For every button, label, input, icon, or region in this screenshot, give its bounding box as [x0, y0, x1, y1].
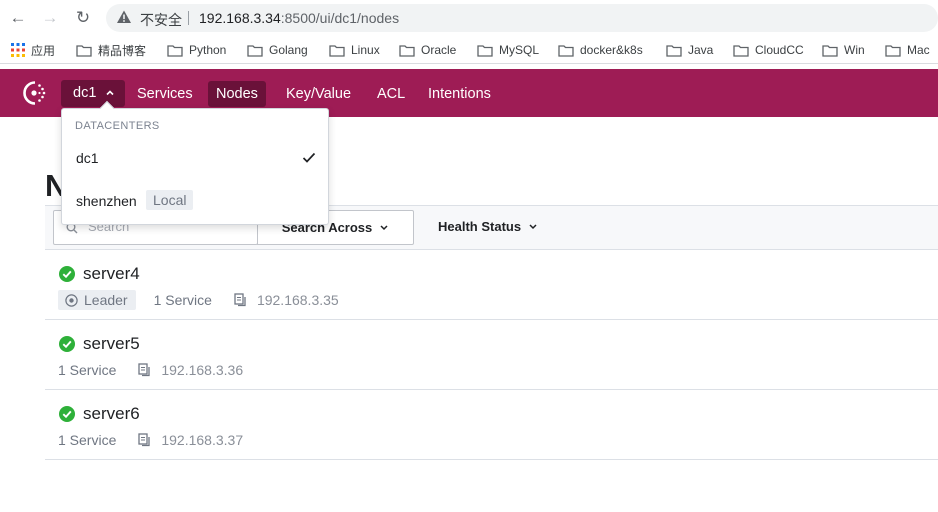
bookmark-label: Python: [189, 43, 227, 57]
passing-check-icon: [59, 336, 75, 352]
bookmark-folder[interactable]: docker&k8s: [558, 42, 643, 58]
warning-icon: [117, 10, 131, 23]
folder-icon: [885, 44, 901, 57]
folder-icon: [247, 44, 263, 57]
nav-key-value[interactable]: Key/Value: [278, 81, 359, 107]
bookmark-label: Java: [688, 43, 714, 57]
copy-icon[interactable]: [138, 363, 151, 377]
bookmark-label: Win: [844, 43, 865, 57]
bookmark-label: Mac: [907, 43, 930, 57]
insecure-label: 不安全: [140, 12, 182, 28]
address-text: 192.168.3.36: [161, 362, 244, 378]
menu-item-dc1[interactable]: dc1: [62, 141, 328, 175]
nav-acl[interactable]: ACL: [369, 81, 413, 107]
folder-icon: [399, 44, 415, 57]
folder-icon: [167, 44, 183, 57]
node-meta: Leader 1 Service 192.168.3.35: [58, 290, 339, 310]
bookmark-label: 应用: [31, 43, 56, 58]
checkmark-icon: [302, 152, 316, 163]
chevron-down-icon: [380, 225, 388, 231]
bookmark-folder[interactable]: Oracle: [399, 42, 456, 58]
bookmark-label: Linux: [351, 43, 380, 57]
leader-badge: Leader: [58, 290, 136, 310]
passing-check-icon: [59, 406, 75, 422]
bookmark-label: Golang: [269, 43, 308, 57]
datacenter-toggle[interactable]: dc1: [61, 80, 126, 107]
local-badge: Local: [146, 190, 194, 210]
service-count: 1 Service: [58, 432, 117, 448]
node-row[interactable]: server5 1 Service 192.168.3.36: [45, 320, 938, 390]
node-address: 192.168.3.35: [234, 292, 339, 308]
nav-services[interactable]: Services: [129, 81, 201, 107]
bookmark-folder[interactable]: Win: [822, 42, 865, 58]
node-row[interactable]: server4 Leader 1 Service 192.168.3.35: [45, 250, 938, 320]
folder-icon: [76, 44, 92, 57]
folder-icon: [666, 44, 682, 57]
url-separator: [188, 11, 189, 25]
bookmark-folder[interactable]: CloudCC: [733, 42, 804, 58]
node-name[interactable]: server6: [83, 404, 140, 424]
chevron-up-icon: [106, 90, 114, 96]
back-icon[interactable]: ←: [9, 9, 27, 27]
datacenter-menu: DATACENTERS dc1 shenzhen Local: [61, 100, 329, 225]
leader-label: Leader: [84, 292, 128, 308]
menu-item-shenzhen[interactable]: shenzhen Local: [62, 184, 328, 218]
bookmark-apps[interactable]: 应用: [11, 42, 55, 58]
node-row[interactable]: server6 1 Service 192.168.3.37: [45, 390, 938, 460]
service-count: 1 Service: [58, 362, 117, 378]
bookmark-folder[interactable]: Mac: [885, 42, 930, 58]
folder-icon: [558, 44, 574, 57]
bookmark-label: CloudCC: [755, 43, 804, 57]
folder-icon: [822, 44, 838, 57]
datacenter-label: dc1: [73, 85, 97, 101]
chevron-down-icon: [529, 224, 537, 230]
menu-item-label: shenzhen: [76, 193, 137, 209]
leader-star-icon: [65, 293, 78, 307]
bookmark-folder[interactable]: Linux: [329, 42, 380, 58]
url-host: 192.168.3.34: [199, 10, 281, 26]
reload-icon[interactable]: ↻: [74, 9, 92, 27]
nav-intentions[interactable]: Intentions: [420, 81, 499, 107]
health-status-label: Health Status: [438, 219, 522, 234]
bookmark-folder[interactable]: Golang: [247, 42, 308, 58]
address-bar[interactable]: 不安全 192.168.3.34:8500/ui/dc1/nodes: [106, 4, 938, 32]
address-text: 192.168.3.37: [161, 432, 244, 448]
url-text[interactable]: 192.168.3.34:8500/ui/dc1/nodes: [199, 10, 399, 26]
forward-icon[interactable]: →: [41, 9, 59, 27]
bookmark-folder[interactable]: Java: [666, 42, 713, 58]
bookmark-label: 精品博客: [98, 43, 147, 58]
node-address: 192.168.3.36: [138, 362, 243, 378]
node-name[interactable]: server4: [83, 264, 140, 284]
menu-heading: DATACENTERS: [75, 120, 160, 132]
folder-icon: [329, 44, 345, 57]
consul-logo-icon[interactable]: [20, 80, 48, 106]
bookmarks-bar: 应用 精品博客 Python Golang Linux Oracle MySQL…: [0, 36, 938, 64]
passing-check-icon: [59, 266, 75, 282]
url-path: :8500/ui/dc1/nodes: [280, 10, 400, 26]
folder-icon: [477, 44, 493, 57]
node-name[interactable]: server5: [83, 334, 140, 354]
bookmark-label: docker&k8s: [580, 43, 643, 57]
menu-item-label: dc1: [76, 150, 99, 166]
bookmark-label: MySQL: [499, 43, 540, 57]
folder-icon: [733, 44, 749, 57]
health-status-dropdown[interactable]: Health Status: [438, 219, 538, 234]
apps-grid-icon: [11, 43, 25, 57]
address-text: 192.168.3.35: [256, 292, 339, 308]
copy-icon[interactable]: [234, 293, 246, 307]
node-address: 192.168.3.37: [138, 432, 243, 448]
bookmark-folder[interactable]: MySQL: [477, 42, 539, 58]
node-meta: 1 Service 192.168.3.37: [58, 430, 243, 450]
bookmark-folder[interactable]: Python: [167, 42, 226, 58]
copy-icon[interactable]: [138, 433, 151, 447]
browser-toolbar: ← → ↻ 不安全 192.168.3.34:8500/ui/dc1/nodes: [0, 0, 938, 36]
service-count: 1 Service: [153, 292, 212, 308]
nav-nodes[interactable]: Nodes: [208, 81, 266, 107]
bookmark-folder[interactable]: 精品博客: [76, 42, 146, 58]
bookmark-label: Oracle: [421, 43, 457, 57]
node-meta: 1 Service 192.168.3.36: [58, 360, 243, 380]
